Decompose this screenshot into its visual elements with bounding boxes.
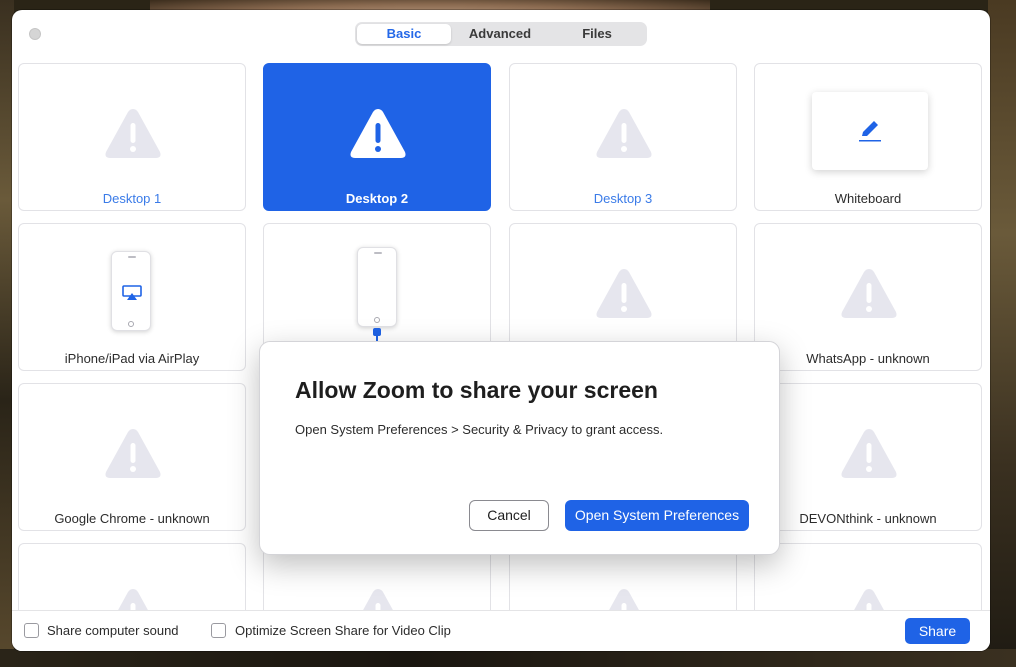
warning-triangle-icon [841,269,897,318]
tile-label: Desktop 1 [102,191,162,206]
warning-triangle-icon [105,429,161,478]
tab-files[interactable]: Files [549,24,645,44]
cancel-button[interactable]: Cancel [469,500,549,531]
tile-desktop-1[interactable]: Desktop 1 [18,63,246,211]
tile-label: Google Chrome - unknown [54,511,210,526]
tile-label: WhatsApp - unknown [806,351,930,366]
warning-triangle-icon [105,109,161,158]
share-type-tabs: Basic Advanced Files [355,22,647,46]
optimize-video-checkbox[interactable] [211,623,226,638]
warning-triangle-icon [596,109,652,158]
share-options-footer: Share computer sound Optimize Screen Sha… [12,610,990,651]
tile-google-chrome[interactable]: Google Chrome - unknown [18,383,246,531]
open-system-preferences-button[interactable]: Open System Preferences [565,500,749,531]
screen-permission-dialog: Allow Zoom to share your screen Open Sys… [259,341,780,555]
pen-icon [859,121,881,142]
phone-icon [111,251,151,331]
background-photo-right [988,0,1016,667]
optimize-video-label[interactable]: Optimize Screen Share for Video Clip [235,623,451,638]
whiteboard-preview [812,92,928,170]
tile-label: DEVONthink - unknown [799,511,937,526]
warning-triangle-icon [350,109,406,158]
window-close-button[interactable] [29,28,41,40]
warning-triangle-icon [596,269,652,318]
tab-advanced[interactable]: Advanced [453,24,547,44]
tile-whatsapp[interactable]: WhatsApp - unknown [754,223,982,371]
tab-basic[interactable]: Basic [357,24,451,44]
tile-desktop-3[interactable]: Desktop 3 [509,63,737,211]
tile-airplay[interactable]: iPhone/iPad via AirPlay [18,223,246,371]
tile-desktop-2[interactable]: Desktop 2 [263,63,491,211]
dialog-title: Allow Zoom to share your screen [295,377,658,403]
tile-label: Desktop 2 [345,191,409,206]
background-photo-bottom [0,649,1016,667]
tile-label: iPhone/iPad via AirPlay [64,351,200,366]
warning-triangle-icon [841,429,897,478]
tile-label: Desktop 3 [593,191,653,206]
share-sound-label[interactable]: Share computer sound [47,623,179,638]
share-button[interactable]: Share [905,618,970,644]
share-sound-checkbox[interactable] [24,623,39,638]
tile-label: Whiteboard [834,191,902,206]
phone-icon [357,247,397,327]
tile-whiteboard[interactable]: Whiteboard [754,63,982,211]
dialog-message: Open System Preferences > Security & Pri… [295,422,664,437]
tile-devonthink[interactable]: DEVONthink - unknown [754,383,982,531]
airplay-icon [122,285,142,300]
